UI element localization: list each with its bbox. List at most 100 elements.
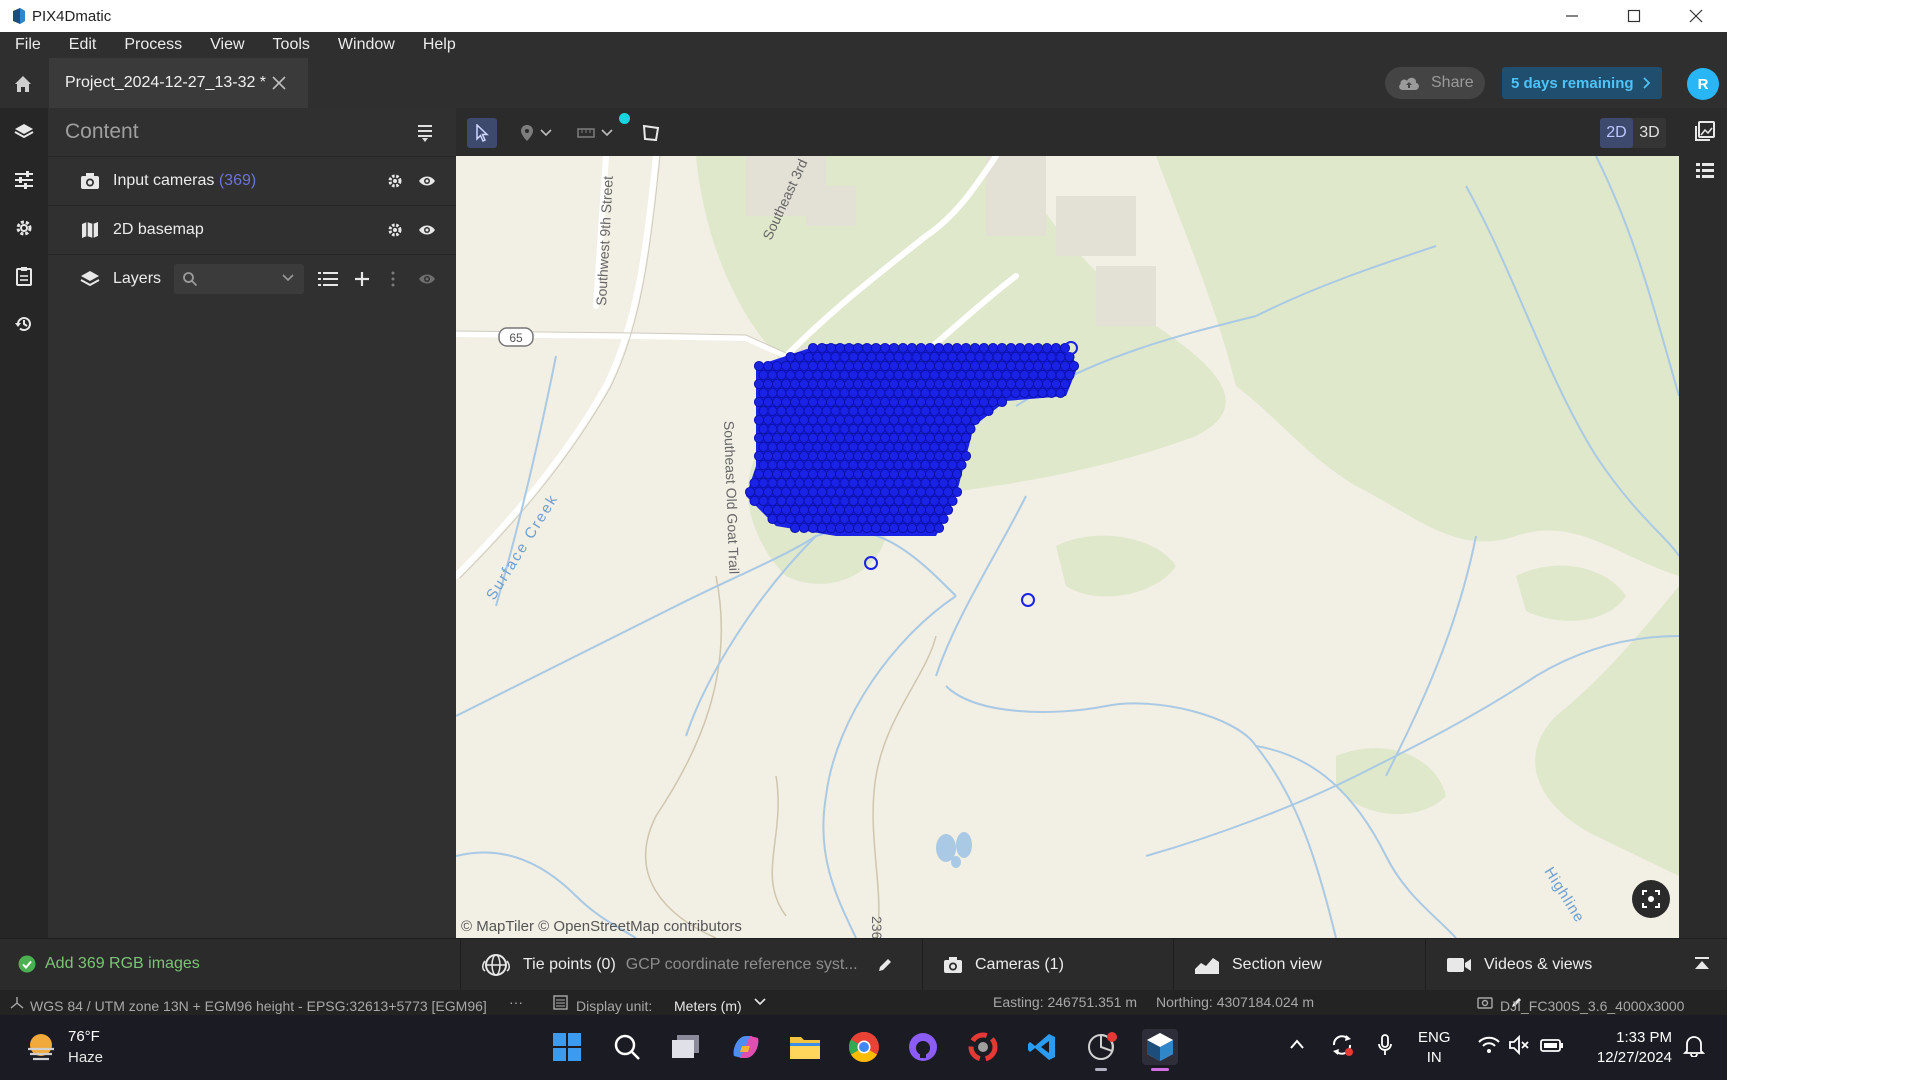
- camera-marker[interactable]: [870, 360, 882, 372]
- camera-marker[interactable]: [834, 522, 846, 534]
- camera-marker[interactable]: [1028, 369, 1039, 381]
- camera-marker[interactable]: [1037, 387, 1048, 399]
- camera-marker[interactable]: [852, 450, 864, 462]
- camera-marker[interactable]: [920, 495, 931, 507]
- camera-marker[interactable]: [893, 405, 904, 417]
- videos-views-tab[interactable]: Videos & views: [1425, 939, 1676, 991]
- camera-marker[interactable]: [870, 522, 882, 534]
- camera-marker[interactable]: [1059, 378, 1071, 390]
- camera-marker[interactable]: [947, 441, 958, 453]
- camera-marker[interactable]: [902, 441, 913, 453]
- camera-marker[interactable]: [884, 495, 895, 507]
- camera-marker[interactable]: [929, 477, 940, 489]
- camera-marker[interactable]: [938, 351, 949, 363]
- camera-marker[interactable]: [888, 522, 900, 534]
- camera-marker[interactable]: [803, 369, 814, 381]
- camera-marker[interactable]: [852, 468, 864, 480]
- display-unit-select[interactable]: Meters (m): [674, 994, 766, 1014]
- camera-marker[interactable]: [825, 468, 837, 480]
- camera-marker[interactable]: [1055, 369, 1066, 381]
- camera-marker[interactable]: [906, 414, 918, 426]
- camera-marker[interactable]: [785, 477, 796, 489]
- camera-marker[interactable]: [839, 423, 850, 435]
- menu-window[interactable]: Window: [338, 36, 395, 54]
- camera-marker[interactable]: [915, 486, 927, 498]
- camera-marker[interactable]: [875, 351, 886, 363]
- camera-marker[interactable]: [1050, 378, 1062, 390]
- camera-marker[interactable]: [947, 369, 958, 381]
- camera-marker[interactable]: [884, 387, 895, 399]
- camera-marker[interactable]: [938, 423, 949, 435]
- camera-marker[interactable]: [834, 360, 846, 372]
- camera-marker[interactable]: [870, 432, 882, 444]
- camera-marker[interactable]: [866, 423, 877, 435]
- camera-marker[interactable]: [767, 387, 778, 399]
- camera-marker[interactable]: [866, 459, 877, 471]
- camera-marker[interactable]: [866, 513, 877, 525]
- taskbar-search-button[interactable]: [609, 1029, 645, 1065]
- trial-remaining-button[interactable]: 5 days remaining: [1502, 67, 1662, 99]
- camera-marker[interactable]: [987, 360, 999, 372]
- camera-marker[interactable]: [857, 351, 868, 363]
- wifi-icon[interactable]: [1477, 1035, 1501, 1055]
- camera-marker[interactable]: [1028, 387, 1039, 399]
- camera-marker[interactable]: [785, 405, 796, 417]
- camera-marker[interactable]: [942, 396, 954, 408]
- camera-marker[interactable]: [888, 504, 900, 516]
- camera-marker[interactable]: [929, 387, 940, 399]
- camera-marker[interactable]: [780, 396, 792, 408]
- camera-marker[interactable]: [852, 342, 864, 354]
- camera-marker[interactable]: [834, 486, 846, 498]
- project-tab[interactable]: Project_2024-12-27_13-32 *: [49, 58, 308, 108]
- camera-marker[interactable]: [825, 414, 837, 426]
- sync-icon[interactable]: [1330, 1033, 1354, 1057]
- camera-marker[interactable]: [861, 468, 873, 480]
- camera-marker[interactable]: [825, 432, 837, 444]
- camera-marker[interactable]: [839, 387, 850, 399]
- camera-marker[interactable]: [938, 369, 949, 381]
- camera-marker[interactable]: [906, 522, 918, 534]
- camera-marker[interactable]: [938, 477, 949, 489]
- camera-marker[interactable]: [812, 513, 823, 525]
- camera-marker[interactable]: [861, 396, 873, 408]
- battery-icon[interactable]: [1540, 1036, 1564, 1054]
- camera-marker[interactable]: [857, 441, 868, 453]
- camera-marker[interactable]: [969, 360, 981, 372]
- camera-marker[interactable]: [803, 387, 814, 399]
- camera-marker[interactable]: [771, 378, 783, 390]
- camera-marker[interactable]: [915, 468, 927, 480]
- camera-marker[interactable]: [843, 522, 855, 534]
- camera-marker[interactable]: [866, 405, 877, 417]
- camera-marker[interactable]: [942, 378, 954, 390]
- camera-marker[interactable]: [951, 378, 963, 390]
- camera-marker[interactable]: [798, 378, 810, 390]
- camera-marker[interactable]: [744, 486, 756, 498]
- camera-marker[interactable]: [1046, 351, 1057, 363]
- camera-marker[interactable]: [753, 468, 765, 480]
- camera-marker[interactable]: [776, 513, 787, 525]
- camera-marker[interactable]: [947, 351, 958, 363]
- camera-marker[interactable]: [1032, 360, 1044, 372]
- camera-marker[interactable]: [1028, 351, 1039, 363]
- camera-marker[interactable]: [852, 486, 864, 498]
- camera-marker[interactable]: [785, 495, 796, 507]
- microphone-icon[interactable]: [1377, 1033, 1393, 1057]
- camera-marker[interactable]: [956, 351, 967, 363]
- camera-marker[interactable]: [1050, 342, 1062, 354]
- camera-marker[interactable]: [861, 378, 873, 390]
- camera-marker[interactable]: [776, 477, 787, 489]
- camera-marker[interactable]: [947, 495, 958, 507]
- camera-marker[interactable]: [884, 477, 895, 489]
- camera-marker[interactable]: [843, 378, 855, 390]
- camera-marker[interactable]: [929, 441, 940, 453]
- camera-marker[interactable]: [933, 414, 945, 426]
- camera-marker[interactable]: [888, 450, 900, 462]
- rail-history[interactable]: [0, 300, 48, 348]
- camera-marker[interactable]: [902, 405, 913, 417]
- camera-marker[interactable]: [762, 432, 774, 444]
- content-row-2d-basemap[interactable]: 2D basemap: [48, 205, 456, 253]
- camera-marker[interactable]: [933, 360, 945, 372]
- camera-marker[interactable]: [771, 468, 783, 480]
- camera-marker[interactable]: [1023, 360, 1035, 372]
- camera-marker[interactable]: [861, 522, 873, 534]
